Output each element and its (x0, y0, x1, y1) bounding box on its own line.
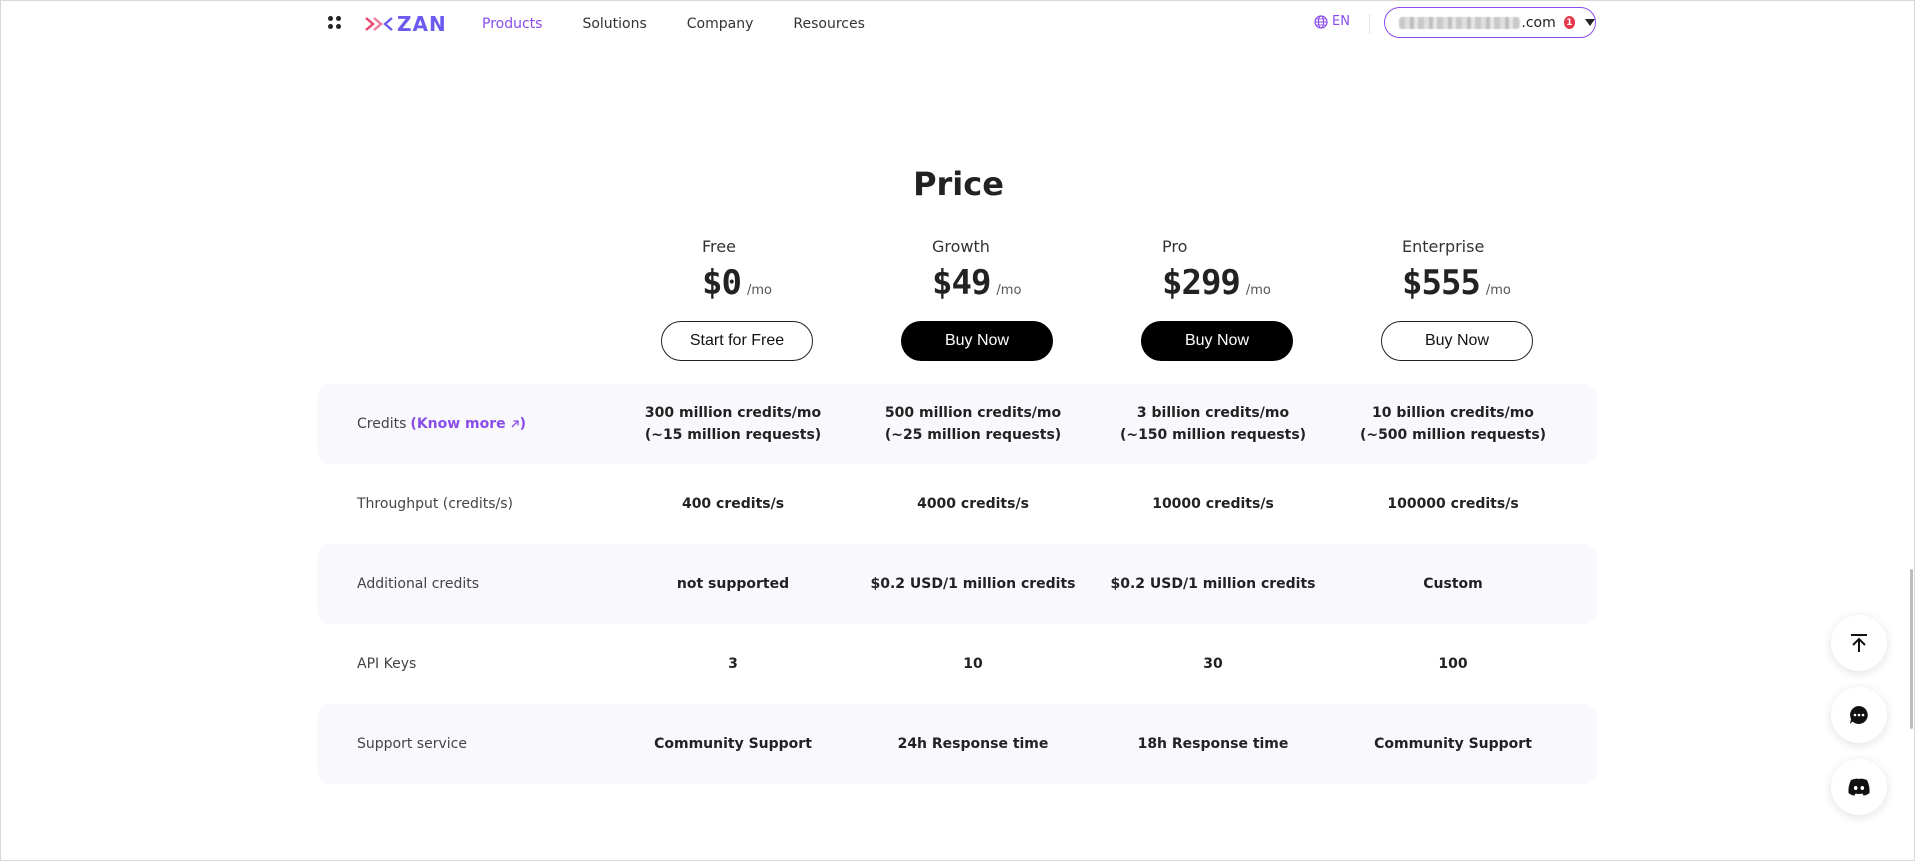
plan-growth: Growth $49 /mo (932, 237, 1092, 303)
table-cell: $0.2 USD/1 million credits (870, 576, 1076, 592)
zan-logo[interactable]: ZAN (365, 11, 447, 37)
start-for-free-button[interactable]: Start for Free (661, 321, 813, 361)
logo-text: ZAN (397, 12, 447, 36)
account-menu-button[interactable]: .com 1 (1384, 7, 1596, 38)
nav-resources[interactable]: Resources (793, 13, 865, 35)
plan-unit: /mo (1245, 283, 1271, 298)
nav-products[interactable]: Products (482, 13, 542, 35)
plan-price: $0 /mo (702, 263, 862, 303)
buy-enterprise-button[interactable]: Buy Now (1381, 321, 1533, 361)
language-label: EN (1332, 14, 1350, 29)
plan-enterprise: Enterprise $555 /mo (1402, 237, 1562, 303)
back-to-top-button[interactable] (1831, 615, 1887, 671)
table-row-support-service: Support service Community Support 24h Re… (317, 704, 1597, 784)
page-scrollbar[interactable] (1910, 569, 1913, 729)
table-cell: 4000 credits/s (917, 496, 1029, 512)
table-cell: not supported (676, 576, 790, 592)
table-cell: $0.2 USD/1 million credits (1110, 576, 1316, 592)
table-row-api-keys: API Keys 3 10 30 100 (317, 624, 1597, 704)
table-cell: 30 (1203, 656, 1223, 672)
plan-unit: /mo (746, 283, 772, 298)
plan-amount: $0 (702, 263, 742, 303)
know-more-text: Know more (416, 416, 506, 432)
external-link-arrow-icon (511, 420, 519, 428)
pricing-table: Credits (Know more ) 300 million credits… (317, 384, 1597, 784)
plan-amount: $49 (932, 263, 991, 303)
table-cell: 24h Response time (897, 736, 1049, 752)
language-switcher[interactable]: EN (1314, 14, 1350, 29)
table-cell: 10 (963, 656, 983, 672)
row-label: Support service (357, 736, 467, 752)
know-more-link[interactable]: (Know more ) (410, 416, 526, 432)
main-nav: Products Solutions Company Resources (482, 13, 905, 35)
table-row-additional-credits: Additional credits not supported $0.2 US… (317, 544, 1597, 624)
apps-grid-icon[interactable] (327, 15, 343, 31)
table-cell: 100000 credits/s (1387, 496, 1519, 512)
row-label: API Keys (357, 656, 417, 672)
discord-icon (1848, 778, 1870, 796)
table-row-throughput: Throughput (credits/s) 400 credits/s 400… (317, 464, 1597, 544)
plan-price: $299 /mo (1162, 263, 1322, 303)
plan-amount: $555 (1402, 263, 1481, 303)
plan-name: Enterprise (1402, 237, 1485, 256)
row-label-text: Credits (357, 416, 407, 432)
globe-icon (1314, 14, 1328, 29)
paren-close: ) (519, 416, 527, 432)
row-label: Throughput (credits/s) (357, 496, 514, 512)
back-to-top-icon (1851, 634, 1867, 652)
table-cell: 18h Response time (1137, 736, 1289, 752)
table-cell: 3 (728, 656, 738, 672)
buy-pro-button[interactable]: Buy Now (1141, 321, 1293, 361)
row-label: Credits (Know more ) (357, 384, 526, 464)
plan-name: Growth (932, 237, 990, 256)
discord-button[interactable] (1831, 759, 1887, 815)
table-cell: 500 million credits/mo (~25 million requ… (884, 405, 1062, 443)
plan-unit: /mo (996, 283, 1022, 298)
plan-name: Free (702, 237, 736, 256)
top-navigation: ZAN Products Solutions Company Resources… (1, 1, 1915, 47)
table-cell: 300 million credits/mo (~15 million requ… (644, 405, 822, 443)
table-cell: 10 billion credits/mo (~500 million requ… (1359, 405, 1547, 443)
plan-amount: $299 (1162, 263, 1241, 303)
table-cell: Community Support (654, 736, 812, 752)
nav-solutions[interactable]: Solutions (582, 13, 646, 35)
plan-price: $555 /mo (1402, 263, 1562, 303)
table-row-credits: Credits (Know more ) 300 million credits… (317, 384, 1597, 464)
table-cell: Community Support (1374, 736, 1532, 752)
table-cell: 400 credits/s (681, 496, 785, 512)
plan-name: Pro (1162, 237, 1188, 256)
notification-badge: 1 (1563, 16, 1575, 29)
chat-icon (1850, 706, 1868, 724)
logo-mark-icon (365, 17, 393, 31)
row-label: Additional credits (357, 576, 480, 592)
chat-button[interactable] (1831, 687, 1887, 743)
table-cell: 3 billion credits/mo (~150 million reque… (1119, 405, 1307, 443)
nav-divider (1369, 14, 1370, 34)
table-cell: 100 (1438, 656, 1468, 672)
plan-unit: /mo (1485, 283, 1511, 298)
account-email-redacted (1399, 16, 1521, 29)
plan-free: Free $0 /mo (702, 237, 862, 303)
page-title: Price (913, 165, 1004, 203)
table-cell: Custom (1423, 576, 1483, 592)
chevron-down-icon (1585, 19, 1595, 26)
table-cell: 10000 credits/s (1152, 496, 1274, 512)
plan-price: $49 /mo (932, 263, 1092, 303)
plan-pro: Pro $299 /mo (1162, 237, 1322, 303)
nav-company[interactable]: Company (687, 13, 754, 35)
account-email-suffix: .com (1521, 14, 1556, 31)
buy-growth-button[interactable]: Buy Now (901, 321, 1053, 361)
